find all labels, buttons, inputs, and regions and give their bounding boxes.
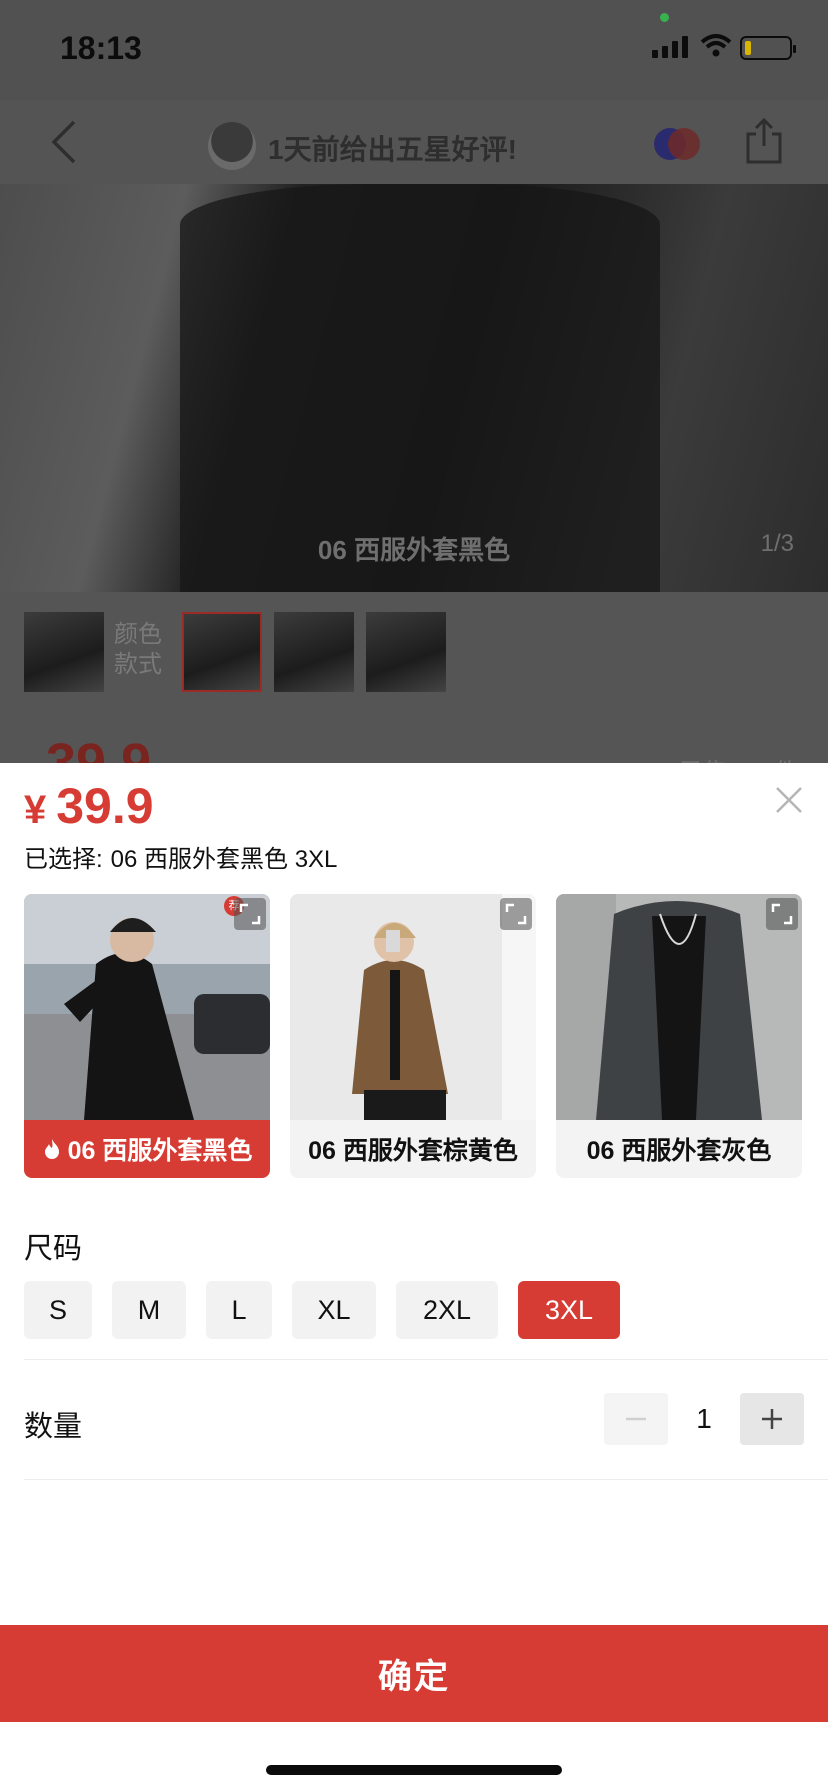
battery-icon (740, 36, 796, 60)
size-option-m[interactable]: M (112, 1281, 186, 1339)
variant-card-tan[interactable]: 06 西服外套棕黄色 (290, 894, 536, 1178)
variant-label-tan: 06 西服外套棕黄色 (308, 1137, 518, 1165)
size-option-2xl[interactable]: 2XL (396, 1281, 498, 1339)
selected-summary: 已选择: 06 西服外套黑色 3XL (24, 839, 337, 874)
status-time: 18:13 (60, 30, 142, 66)
thumbnail-4[interactable] (366, 612, 446, 692)
brand-circles-icon (654, 128, 700, 160)
quantity-value[interactable]: 1 (668, 1393, 740, 1445)
size-option-xl[interactable]: XL (292, 1281, 376, 1339)
wifi-icon (700, 34, 732, 57)
camera-indicator-icon (660, 13, 669, 22)
variant-card-gray[interactable]: 06 西服外套灰色 (556, 894, 802, 1178)
divider (24, 1359, 828, 1360)
hero-image-counter: 1/3 (760, 530, 794, 557)
hero-caption: 06 西服外套黑色 (317, 535, 511, 565)
selected-prefix: 已选择: (24, 846, 103, 873)
review-banner-text: 1天前给出五星好评! (268, 134, 517, 165)
thumbnail-3[interactable] (274, 612, 354, 692)
close-icon[interactable] (774, 785, 804, 815)
variant-thumbnail-row: 颜色 款式 39.9 已售 701件 (0, 592, 828, 765)
background-product-page: 18:13 1天前给出五星好评! 06 西服外套黑色 1/3 颜色 款式 39.… (0, 0, 828, 765)
expand-icon[interactable] (766, 898, 798, 930)
selected-value: 06 西服外套黑色 3XL (110, 846, 338, 873)
confirm-button[interactable]: 确定 (0, 1625, 828, 1722)
decrease-quantity-button[interactable] (604, 1393, 668, 1445)
flame-icon (44, 1139, 59, 1159)
expand-icon[interactable] (500, 898, 532, 930)
variant-photo-black (24, 894, 270, 1120)
increase-quantity-button[interactable] (740, 1393, 804, 1445)
quantity-title: 数量 (24, 1411, 83, 1443)
size-option-3xl[interactable]: 3XL (518, 1281, 620, 1339)
top-nav-bar: 1天前给出五星好评! (0, 100, 828, 184)
product-hero-image[interactable]: 06 西服外套黑色 1/3 (0, 184, 828, 592)
variant-label-black: 06 西服外套黑色 (24, 1120, 270, 1178)
variant-label-gray: 06 西服外套灰色 (586, 1137, 772, 1165)
divider (24, 1479, 828, 1480)
reviewer-avatar (208, 122, 256, 170)
size-option-l[interactable]: L (206, 1281, 272, 1339)
back-arrow-icon[interactable] (46, 118, 86, 166)
thumbnail-2[interactable] (182, 612, 262, 692)
variant-photo-gray (556, 894, 802, 1120)
size-section-title: 尺码 (24, 1233, 83, 1265)
thumbnail-label: 颜色 款式 (114, 621, 162, 678)
home-indicator (266, 1765, 562, 1775)
price-value: 39.9 (56, 778, 154, 834)
variant-card-black[interactable]: 荐 06 西服外套黑色 (24, 894, 270, 1178)
color-variant-list: 荐 06 西服外套黑色 06 西服外套棕黄色 06 西服外套灰色 (24, 894, 804, 1178)
thumbnail-1[interactable] (24, 612, 104, 692)
expand-icon[interactable] (234, 898, 266, 930)
share-icon[interactable] (744, 116, 784, 166)
background-price: 39.9 (46, 733, 152, 765)
price: ¥ 39.9 (24, 777, 154, 835)
currency-symbol: ¥ (24, 788, 47, 832)
sku-selector-sheet: ¥ 39.9 已选择: 06 西服外套黑色 3XL 荐 06 西服外套黑色 06… (0, 763, 828, 1792)
status-bar: 18:13 (0, 0, 828, 100)
signal-icon (652, 36, 688, 58)
variant-photo-tan (290, 894, 536, 1120)
quantity-stepper: 1 (604, 1393, 804, 1445)
size-option-s[interactable]: S (24, 1281, 92, 1339)
